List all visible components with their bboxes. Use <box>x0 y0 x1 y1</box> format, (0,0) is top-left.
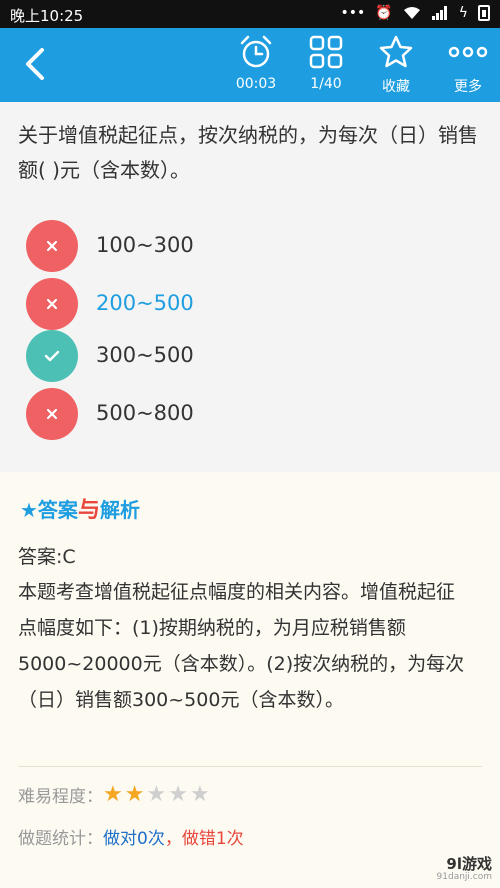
answer-text: 答案:C <box>18 546 76 568</box>
signal-dots-icon: ••• <box>340 5 366 21</box>
analysis-title: ★答案与解析 <box>20 492 140 524</box>
question-text: 关于增值税起征点，按次纳税的，为每次（日）销售额( )元（含本数）。 <box>18 123 478 182</box>
difficulty-label: 难易程度： <box>18 787 103 807</box>
watermark: 9l游戏 91danji.com <box>436 855 492 884</box>
cell-signal-icon <box>431 6 447 20</box>
alarm-clock-icon <box>240 35 272 68</box>
favorite-button[interactable]: 收藏 <box>364 32 428 98</box>
more-button[interactable]: 更多 <box>436 32 500 98</box>
option-a[interactable]: 100~300 <box>26 220 486 272</box>
star-empty-icon: ★ <box>168 781 188 807</box>
star-empty-icon: ★ <box>146 781 167 807</box>
stats-wrong: 做错1次 <box>181 829 244 849</box>
favorite-label: 收藏 <box>382 79 410 95</box>
watermark-url: 91danji.com <box>436 872 492 882</box>
option-d[interactable]: 500~800 <box>26 388 486 440</box>
grid-icon <box>309 35 343 69</box>
status-icons: ••• ⏰ ϟ <box>341 4 490 22</box>
timer-button[interactable]: 00:03 <box>224 32 288 98</box>
wifi-icon <box>403 7 420 19</box>
star-filled-icon: ★ <box>124 781 145 807</box>
charging-icon: ϟ <box>458 5 468 21</box>
timer-label: 00:03 <box>235 76 277 92</box>
star-outline-icon <box>379 35 413 68</box>
progress-label: 1/40 <box>310 76 342 92</box>
analysis-title-mid: 与 <box>77 498 100 523</box>
option-b[interactable]: 200~500 <box>26 278 486 330</box>
back-button[interactable] <box>18 42 54 86</box>
status-time: 晚上10:25 <box>10 7 84 25</box>
stats-separator: ， <box>164 829 182 849</box>
option-text-selected: 200~500 <box>96 291 194 315</box>
star-filled-icon: ★ <box>103 781 123 807</box>
toolbar: 00:03 1/40 收藏 更多 <box>0 28 500 102</box>
analysis-panel: ★答案与解析 答案:C 本题考查增值税起征点幅度的相关内容。增值税起征点幅度如下… <box>0 472 500 888</box>
check-mark-icon <box>26 330 78 382</box>
analysis-title-right: 解析 <box>99 498 140 522</box>
more-dots-icon <box>448 46 488 58</box>
stats-label: 做题统计： <box>18 829 103 849</box>
question-panel: 关于增值税起征点，按次纳税的，为每次（日）销售额( )元（含本数）。 100~3… <box>0 102 500 464</box>
back-arrow-icon <box>26 48 44 80</box>
stats-correct: 做对0次 <box>103 829 165 849</box>
star-empty-icon: ★ <box>189 781 210 807</box>
analysis-title-left: ★答案 <box>20 498 78 522</box>
watermark-logo: 9l游戏 <box>446 855 492 873</box>
alarm-icon: ⏰ <box>375 5 393 21</box>
wrong-mark-icon <box>26 388 78 440</box>
wrong-mark-icon <box>26 220 78 272</box>
question-list-button[interactable]: 1/40 <box>294 32 358 98</box>
status-bar: 晚上10:25 ••• ⏰ ϟ <box>0 0 500 28</box>
divider <box>18 766 482 767</box>
more-label: 更多 <box>454 79 482 95</box>
option-c[interactable]: 300~500 <box>26 330 486 382</box>
option-text: 100~300 <box>96 233 194 257</box>
wrong-mark-icon <box>26 278 78 330</box>
option-text: 300~500 <box>96 343 194 367</box>
stats-row: 做题统计：做对0次，做错1次 <box>18 824 244 849</box>
difficulty-row: 难易程度： ★★★★★ <box>18 782 212 807</box>
battery-icon <box>478 5 490 21</box>
difficulty-stars: ★★★★★ <box>103 781 212 807</box>
explanation-text: 本题考查增值税起征点幅度的相关内容。增值税起征点幅度如下：(1)按期纳税的，为月… <box>18 581 465 711</box>
option-text: 500~800 <box>96 401 194 425</box>
